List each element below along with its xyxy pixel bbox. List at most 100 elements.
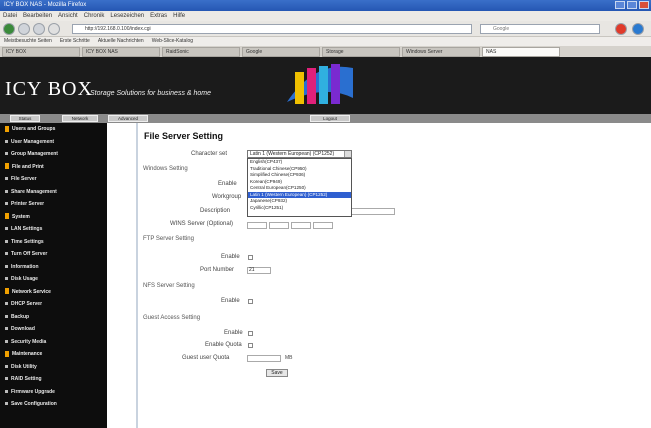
sidebar-item-label: Turn Off Server — [11, 251, 48, 257]
menu-item-help[interactable]: Hilfe — [173, 11, 185, 21]
browser-tab[interactable]: Google — [242, 47, 320, 57]
ftp-section-heading: FTP Server Setting — [143, 236, 194, 242]
browser-tab[interactable]: ICY BOX NAS — [82, 47, 160, 57]
bookmark-item[interactable]: Meistbesuchte Seiten — [4, 37, 52, 46]
sidebar-item[interactable]: Disk Usage — [0, 273, 107, 286]
sidebar-item-label: Network Service — [12, 288, 51, 295]
workgroup-label: Workgroup — [212, 194, 242, 200]
bookmark-item[interactable]: Aktuelle Nachrichten — [98, 37, 144, 46]
sidebar-item[interactable]: LAN Settings — [0, 223, 107, 236]
sidebar-item[interactable]: Security Media — [0, 336, 107, 349]
bullet-icon — [5, 314, 8, 318]
menu-item-view[interactable]: Ansicht — [58, 11, 78, 21]
menu-item-tools[interactable]: Extras — [150, 11, 167, 21]
menu-item-file[interactable]: Datei — [3, 11, 17, 21]
wins-octet-2[interactable] — [269, 222, 289, 229]
download-icon[interactable] — [632, 23, 644, 35]
menu-item-bookmarks[interactable]: Lesezeichen — [110, 11, 144, 21]
quota-enable-label: Enable Quota — [205, 342, 242, 348]
sidebar-item[interactable]: Group Management — [0, 148, 107, 161]
sidebar-item[interactable]: User Management — [0, 136, 107, 149]
sidebar-item-label: RAID Setting — [11, 376, 42, 382]
port-field[interactable]: 21 — [247, 267, 271, 274]
sidebar-item-label: Maintenance — [12, 351, 43, 357]
bullet-icon — [5, 252, 8, 256]
url-input[interactable]: http://192.168.0.100/index.cgi — [72, 24, 472, 34]
browser-tab[interactable]: Windows Server — [402, 47, 480, 57]
sidebar-item-label: Disk Utility — [11, 363, 37, 370]
windows-enable-label: Enable — [218, 181, 237, 187]
folder-icon — [5, 163, 9, 170]
bullet-icon — [5, 152, 8, 156]
close-icon[interactable] — [639, 1, 649, 9]
chevron-down-icon[interactable] — [344, 151, 351, 157]
sidebar-section-heading[interactable]: System — [0, 211, 107, 224]
charset-select[interactable]: Latin 1 (Western European) (CP1252) — [247, 150, 352, 158]
sidebar-item[interactable]: Backup — [0, 311, 107, 324]
sidebar-item[interactable]: Turn Off Server — [0, 248, 107, 261]
brand-logo: ICY BOX — [5, 78, 93, 100]
sidebar-item[interactable]: Information — [0, 261, 107, 274]
nfs-enable-checkbox[interactable] — [248, 299, 253, 304]
sidebar-item[interactable]: Share Management — [0, 186, 107, 199]
charset-option[interactable]: Cyrillic(CP1251) — [248, 205, 351, 212]
nav-network[interactable]: Network — [62, 115, 98, 122]
browser-tab[interactable]: Storage — [322, 47, 400, 57]
description-label: Description — [200, 208, 231, 214]
wins-octet-4[interactable] — [313, 222, 333, 229]
sidebar-item[interactable]: DHCP Server — [0, 298, 107, 311]
bullet-icon — [5, 202, 8, 206]
quota-field[interactable] — [247, 355, 281, 362]
bookmark-item[interactable]: Web-Slice-Katalog — [152, 37, 193, 46]
sidebar-section-heading[interactable]: Network Service — [0, 286, 107, 299]
search-input[interactable]: Google — [480, 24, 600, 34]
sidebar-item[interactable]: Printer Server — [0, 198, 107, 211]
ftp-enable-checkbox[interactable] — [248, 255, 253, 260]
sidebar-section-heading[interactable]: File and Print — [0, 161, 107, 174]
nav-advanced[interactable]: Advanced — [108, 115, 148, 122]
window-controls — [615, 1, 649, 9]
folder-icon — [5, 125, 9, 132]
addon-icon[interactable] — [615, 23, 627, 35]
browser-tab[interactable]: ICY BOX — [2, 47, 80, 57]
folder-icon — [5, 288, 9, 295]
forward-icon[interactable] — [18, 23, 30, 35]
quota-enable-checkbox[interactable] — [248, 343, 253, 348]
wins-octet-3[interactable] — [291, 222, 311, 229]
wins-octet-1[interactable] — [247, 222, 267, 229]
sidebar-item[interactable]: Time Settings — [0, 236, 107, 249]
sidebar-item[interactable]: Download — [0, 323, 107, 336]
bullet-icon — [5, 302, 8, 306]
menu-item-edit[interactable]: Bearbeiten — [23, 11, 52, 21]
browser-tab-active[interactable]: NAS — [482, 47, 560, 57]
port-label: Port Number — [200, 267, 235, 273]
sidebar-item[interactable]: Disk Utility — [0, 361, 107, 374]
sidebar-section-heading[interactable]: Maintenance — [0, 348, 107, 361]
sidebar-item-label: Group Management — [11, 151, 58, 157]
sidebar-item-label: Save Configuration — [11, 401, 57, 407]
minimize-icon[interactable] — [615, 1, 625, 9]
menu-item-history[interactable]: Chronik — [84, 11, 105, 21]
wins-label: WINS Server (Optional) — [170, 221, 234, 227]
bullet-icon — [5, 177, 8, 181]
bullet-icon — [5, 139, 8, 143]
maximize-icon[interactable] — [627, 1, 637, 9]
reload-icon[interactable] — [33, 23, 45, 35]
nav-status[interactable]: Status — [10, 115, 40, 122]
sidebar-item-label: User Management — [11, 138, 55, 145]
sidebar-section-heading[interactable]: Users and Groups — [0, 123, 107, 136]
browser-tab[interactable]: RaidSonic — [162, 47, 240, 57]
stop-icon[interactable] — [48, 23, 60, 35]
back-icon[interactable] — [3, 23, 15, 35]
sidebar-item[interactable]: RAID Setting — [0, 373, 107, 386]
guest-enable-checkbox[interactable] — [248, 331, 253, 336]
sidebar-menu: Users and Groups User Management Group Man… — [0, 123, 107, 428]
charset-label: Character set — [191, 151, 228, 157]
sidebar-item[interactable]: File Server — [0, 173, 107, 186]
sidebar-item[interactable]: Save Configuration — [0, 398, 107, 411]
save-button[interactable]: Save — [266, 369, 288, 377]
sidebar-item[interactable]: Firmware Upgrade — [0, 386, 107, 399]
nav-logout[interactable]: Logout — [310, 115, 350, 122]
bookmark-item[interactable]: Erste Schritte — [60, 37, 90, 46]
brand-graphic — [285, 58, 355, 110]
